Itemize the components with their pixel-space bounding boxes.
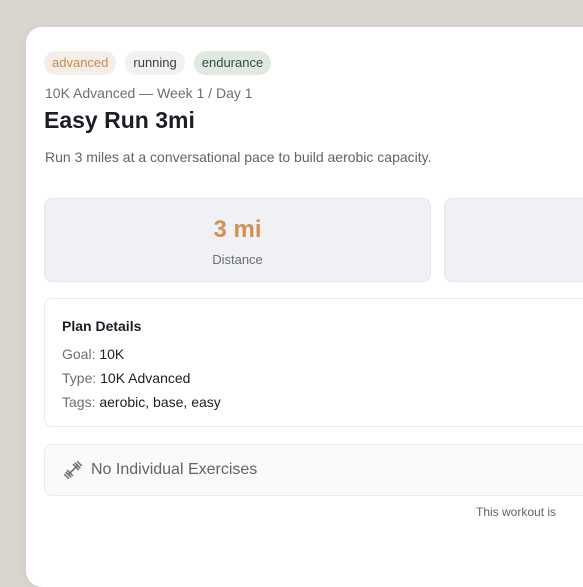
exercises-empty-state: No Individual Exercises (44, 444, 583, 496)
tags-value: aerobic, base, easy (99, 394, 221, 410)
tag-running[interactable]: running (125, 51, 185, 75)
footer-note: This workout is (476, 505, 557, 519)
workout-title: Easy Run 3mi (44, 107, 195, 133)
stat-label: Distance (212, 252, 263, 267)
plan-details-panel: Plan Details Goal: 10K Type: 10K Advance… (44, 298, 583, 427)
plan-subtitle: 10K Advanced — Week 1 / Day 1 (45, 85, 253, 101)
type-label: Type: (62, 370, 97, 386)
goal-value: 10K (99, 346, 125, 362)
tags-label: Tags: (62, 394, 96, 410)
stat-card-distance: 3 mi Distance (44, 198, 431, 282)
workout-card: advanced running endurance 10K Advanced … (26, 27, 583, 587)
type-row: Type: 10K Advanced (62, 370, 190, 386)
stat-card-secondary (444, 198, 583, 282)
plan-details-title: Plan Details (62, 318, 142, 334)
workout-description: Run 3 miles at a conversational pace to … (45, 149, 432, 165)
type-value: 10K Advanced (100, 370, 191, 386)
dumbbell-icon (63, 460, 83, 480)
tags-row: Tags: aerobic, base, easy (62, 394, 221, 410)
stat-value: 3 mi (213, 216, 262, 243)
tag-list: advanced running endurance (44, 51, 272, 75)
tag-advanced[interactable]: advanced (44, 51, 117, 75)
goal-row: Goal: 10K (62, 346, 124, 362)
empty-exercises-label: No Individual Exercises (91, 461, 258, 478)
tag-endurance[interactable]: endurance (193, 51, 272, 75)
goal-label: Goal: (62, 346, 96, 362)
